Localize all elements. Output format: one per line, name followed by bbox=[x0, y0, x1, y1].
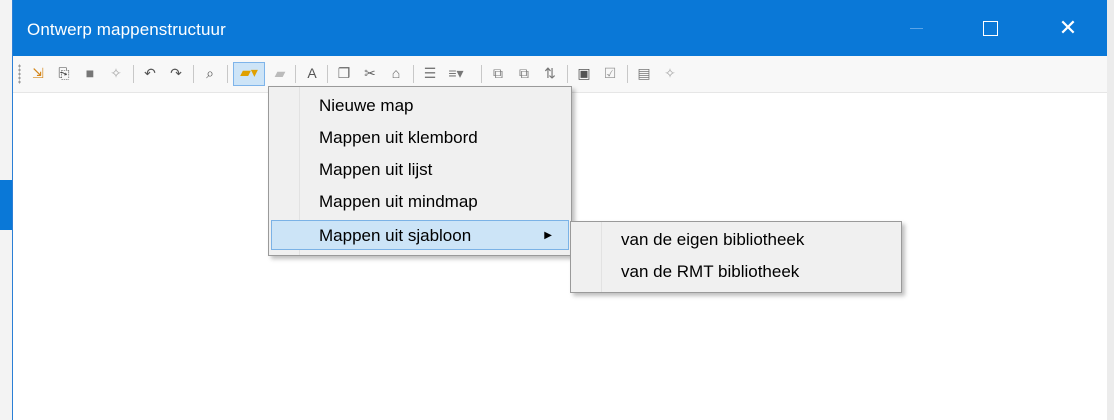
menu-item-from-list[interactable]: Mappen uit lijst bbox=[271, 155, 569, 185]
menu-item-label: Mappen uit klembord bbox=[319, 128, 478, 147]
move-down-icon[interactable]: ⧉ bbox=[515, 64, 533, 82]
new-folder-menu: Nieuwe map Mappen uit klembord Mappen ui… bbox=[268, 86, 572, 256]
open-structure-icon[interactable]: ⎘ bbox=[55, 64, 73, 82]
paste-icon[interactable]: ⌂ bbox=[387, 64, 405, 82]
close-icon: ✕ bbox=[1058, 15, 1078, 40]
menu-item-label: Nieuwe map bbox=[319, 96, 414, 115]
list-icon[interactable]: ≡▾ bbox=[447, 64, 465, 82]
cut-icon[interactable]: ✂ bbox=[361, 64, 379, 82]
template-submenu: van de eigen bibliotheek van de RMT bibl… bbox=[570, 221, 902, 293]
menu-item-label: Mappen uit mindmap bbox=[319, 192, 478, 211]
close-button[interactable]: ✕ bbox=[1045, 0, 1091, 56]
wizard-icon[interactable]: ✧ bbox=[107, 64, 125, 82]
save-icon[interactable]: ■ bbox=[81, 64, 99, 82]
submenu-item-own-library[interactable]: van de eigen bibliotheek bbox=[573, 225, 899, 255]
menu-item-new-folder[interactable]: Nieuwe map bbox=[271, 91, 569, 121]
toolbar-separator bbox=[567, 65, 568, 83]
toolbar-separator bbox=[227, 65, 228, 83]
import-icon[interactable]: ⇲ bbox=[29, 64, 47, 82]
numbered-list-icon[interactable]: ☰ bbox=[421, 64, 439, 82]
toolbar-separator bbox=[481, 65, 482, 83]
desktop-accent-strip bbox=[0, 180, 12, 230]
redo-icon[interactable]: ↷ bbox=[167, 64, 185, 82]
window-title: Ontwerp mappenstructuur bbox=[27, 20, 226, 39]
menu-item-from-clipboard[interactable]: Mappen uit klembord bbox=[271, 123, 569, 153]
toolbar-separator bbox=[327, 65, 328, 83]
toolbar-separator bbox=[627, 65, 628, 83]
toolbar-separator bbox=[413, 65, 414, 83]
title-bar[interactable]: Ontwerp mappenstructuur ✕ bbox=[13, 0, 1107, 56]
toolbar-separator bbox=[295, 65, 296, 83]
find-icon[interactable]: ⌕ bbox=[201, 64, 219, 82]
copy-icon[interactable]: ❐ bbox=[335, 64, 353, 82]
desktop-background-right bbox=[1106, 0, 1114, 420]
toolbar-separator bbox=[133, 65, 134, 83]
menu-item-from-mindmap[interactable]: Mappen uit mindmap bbox=[271, 187, 569, 217]
move-up-icon[interactable]: ⧉ bbox=[489, 64, 507, 82]
undo-icon[interactable]: ↶ bbox=[141, 64, 159, 82]
sort-icon[interactable]: ⇅ bbox=[541, 64, 559, 82]
submenu-arrow-icon: ▶ bbox=[544, 230, 552, 241]
minimize-button[interactable] bbox=[893, 0, 939, 56]
toolbar-separator bbox=[193, 65, 194, 83]
menu-item-label: van de eigen bibliotheek bbox=[621, 230, 805, 249]
toolbar-grip[interactable] bbox=[18, 64, 21, 84]
submenu-item-rmt-library[interactable]: van de RMT bibliotheek bbox=[573, 257, 899, 287]
maximize-button[interactable] bbox=[967, 0, 1013, 56]
menu-item-from-template[interactable]: Mappen uit sjabloon ▶ bbox=[271, 220, 569, 250]
settings-icon[interactable]: ✧ bbox=[661, 64, 679, 82]
minimize-icon bbox=[909, 27, 923, 29]
rename-icon[interactable]: A bbox=[303, 64, 321, 82]
menu-item-label: Mappen uit sjabloon bbox=[319, 226, 472, 245]
lock-icon[interactable]: ▣ bbox=[575, 64, 593, 82]
menu-item-label: van de RMT bibliotheek bbox=[621, 262, 800, 281]
document-icon[interactable]: ▤ bbox=[635, 64, 653, 82]
new-folder-icon[interactable]: ▰▾ bbox=[233, 62, 265, 86]
check-icon[interactable]: ☑ bbox=[601, 64, 619, 82]
maximize-icon bbox=[982, 20, 998, 36]
menu-item-label: Mappen uit lijst bbox=[319, 160, 433, 179]
delete-folder-icon[interactable]: ▰ bbox=[271, 64, 289, 82]
